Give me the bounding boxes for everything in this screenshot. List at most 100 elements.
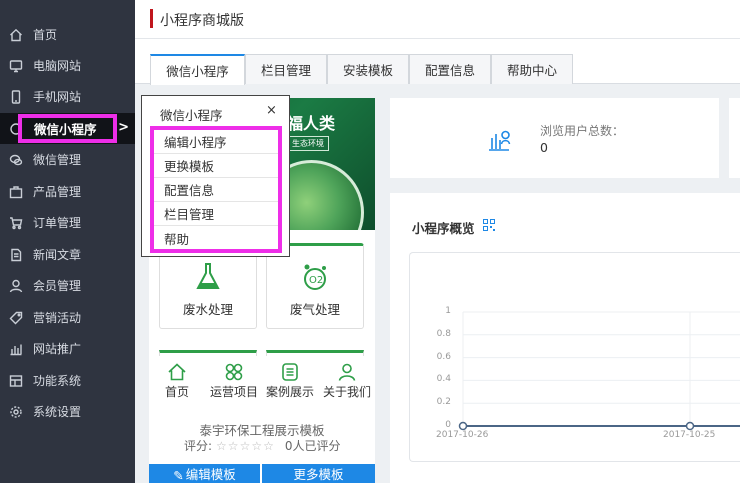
card-label: 废气处理 xyxy=(289,302,340,317)
tab-column-management[interactable]: 栏目管理 xyxy=(245,54,327,84)
sidebar-item-settings[interactable]: 系统设置 xyxy=(0,396,135,427)
bar-chart-icon xyxy=(9,342,23,356)
sidebar-item-orders[interactable]: 订单管理 xyxy=(0,207,135,238)
preview-tab-cases[interactable]: 案例展示 xyxy=(262,360,318,400)
phone-icon xyxy=(9,89,23,104)
title-accent-bar xyxy=(150,9,153,28)
x-tick-label: 2017-10-26 xyxy=(436,430,489,440)
tab-help-center[interactable]: 帮助中心 xyxy=(491,54,573,84)
preview-tab-projects[interactable]: 运营项目 xyxy=(206,360,262,400)
tag-icon xyxy=(9,311,23,325)
tab-bar: 微信小程序 栏目管理 安装模板 配置信息 帮助中心 xyxy=(135,39,740,85)
sidebar-item-label: 新闻文章 xyxy=(33,248,82,262)
category-card-partial xyxy=(266,350,364,356)
sidebar-item-news[interactable]: 新闻文章 xyxy=(0,239,135,270)
banner-subtitle: 生态环境 xyxy=(287,136,329,151)
product-icon xyxy=(9,185,23,199)
edit-template-button[interactable]: ✎ 编辑模板 xyxy=(149,464,261,483)
stats-card-visitors: 浏览用户总数： 0 xyxy=(390,98,719,178)
page-title: 小程序商城版 xyxy=(160,13,244,29)
y-tick-label: 0.8 xyxy=(436,328,451,339)
data-point xyxy=(685,421,695,431)
sidebar-item-label: 首页 xyxy=(33,28,58,42)
sidebar-item-label: 电脑网站 xyxy=(33,59,82,73)
menu-item-config-info[interactable]: 配置信息 xyxy=(154,178,278,202)
preview-tab-home[interactable]: 首页 xyxy=(149,360,205,400)
sidebar-item-label: 微信管理 xyxy=(33,153,82,167)
user-icon xyxy=(338,363,356,381)
sidebar-item-wechat[interactable]: 微信管理 xyxy=(0,144,135,175)
sidebar-item-pc-site[interactable]: 电脑网站 xyxy=(0,50,135,81)
wechat-icon xyxy=(9,153,23,167)
sidebar-item-label: 手机网站 xyxy=(33,90,82,104)
stats-card-partial xyxy=(729,98,740,178)
sidebar-item-home[interactable]: 首页 xyxy=(0,19,135,50)
x-tick-label: 2017-10-25 xyxy=(663,430,716,440)
gear-icon xyxy=(9,405,23,419)
preview-tab-bar: 首页 运营项目 案例展示 关于我们 xyxy=(149,360,375,402)
sidebar-item-members[interactable]: 会员管理 xyxy=(0,270,135,301)
sidebar-item-products[interactable]: 产品管理 xyxy=(0,176,135,207)
svg-text:O2: O2 xyxy=(309,275,323,286)
popup-title: 微信小程序 xyxy=(160,108,223,123)
data-point xyxy=(458,421,468,431)
sidebar-item-mini-program[interactable]: 微信小程序 > xyxy=(0,113,135,144)
monitor-icon xyxy=(9,59,23,73)
mini-program-popup-menu: 微信小程序 × 编辑小程序 更换模板 配置信息 栏目管理 帮助 xyxy=(141,95,290,257)
edit-icon: ✎ xyxy=(173,468,184,483)
tab-install-template[interactable]: 安装模板 xyxy=(327,54,409,84)
sidebar-item-label: 功能系统 xyxy=(33,374,82,388)
menu-item-help[interactable]: 帮助 xyxy=(154,226,278,250)
menu-item-change-template[interactable]: 更换模板 xyxy=(154,154,278,178)
o2-molecule-icon: O2 xyxy=(267,262,363,295)
sidebar-item-label: 产品管理 xyxy=(33,185,82,199)
y-tick-label: 0.4 xyxy=(436,374,451,385)
home-icon xyxy=(168,363,186,381)
sidebar-item-label: 网站推广 xyxy=(33,342,82,356)
flask-icon xyxy=(160,262,256,295)
y-tick-label: 1 xyxy=(445,306,451,316)
overview-panel: 小程序概览 0 0.2 0.4 0.6 0.8 1 2017-10-26 2017-10-25 xyxy=(390,193,740,483)
cart-icon xyxy=(9,216,23,230)
banner-title: 福人类 xyxy=(287,114,336,133)
stats-value: 0 xyxy=(540,140,548,155)
sidebar-item-label: 订单管理 xyxy=(33,216,82,230)
preview-tab-about[interactable]: 关于我们 xyxy=(319,360,375,400)
card-label: 废水处理 xyxy=(182,302,233,317)
close-icon[interactable]: × xyxy=(266,103,277,118)
menu-item-column-management[interactable]: 栏目管理 xyxy=(154,202,278,226)
clover-icon xyxy=(225,363,243,381)
overview-chart: 0 0.2 0.4 0.6 0.8 1 2017-10-26 2017-10-25 xyxy=(409,252,740,462)
list-icon xyxy=(282,363,298,381)
template-rating: 评分: ☆☆☆☆☆ 0人已评分 xyxy=(184,439,341,453)
stats-label: 浏览用户总数： xyxy=(540,124,625,138)
chevron-right-icon: > xyxy=(118,120,129,135)
overview-title: 小程序概览 xyxy=(412,221,475,236)
sidebar-item-features[interactable]: 功能系统 xyxy=(0,365,135,396)
category-card-partial xyxy=(159,350,257,356)
menu-item-edit-mini-program[interactable]: 编辑小程序 xyxy=(154,130,278,154)
sidebar-item-label: 营销活动 xyxy=(33,311,82,325)
popup-menu-highlight: 编辑小程序 更换模板 配置信息 栏目管理 帮助 xyxy=(150,126,282,253)
more-templates-button[interactable]: 更多模板 xyxy=(262,464,375,483)
y-tick-label: 0 xyxy=(445,420,451,430)
module-icon xyxy=(9,374,23,388)
tab-config-info[interactable]: 配置信息 xyxy=(409,54,491,84)
sidebar-item-promotion[interactable]: 网站推广 xyxy=(0,333,135,364)
user-icon xyxy=(9,279,23,293)
bar-chart-user-icon xyxy=(487,126,513,155)
article-icon xyxy=(9,248,23,262)
sidebar-item-label: 系统设置 xyxy=(33,405,82,419)
y-tick-label: 0.2 xyxy=(436,397,451,408)
home-icon xyxy=(9,28,23,42)
qrcode-icon[interactable] xyxy=(483,219,495,231)
sidebar-item-label: 微信小程序 xyxy=(18,114,117,143)
tab-mini-program[interactable]: 微信小程序 xyxy=(150,54,245,85)
page-header: 小程序商城版 xyxy=(135,0,740,39)
sidebar: 首页 电脑网站 手机网站 微信小程序 > 微信管理 产品管理 订单管理 新闻文章… xyxy=(0,0,135,483)
sidebar-item-marketing[interactable]: 营销活动 xyxy=(0,302,135,333)
star-rating-icon[interactable]: ☆☆☆☆☆ xyxy=(216,439,275,453)
y-tick-label: 0.6 xyxy=(436,351,451,362)
sidebar-item-label: 会员管理 xyxy=(33,279,82,293)
sidebar-item-mobile-site[interactable]: 手机网站 xyxy=(0,81,135,112)
